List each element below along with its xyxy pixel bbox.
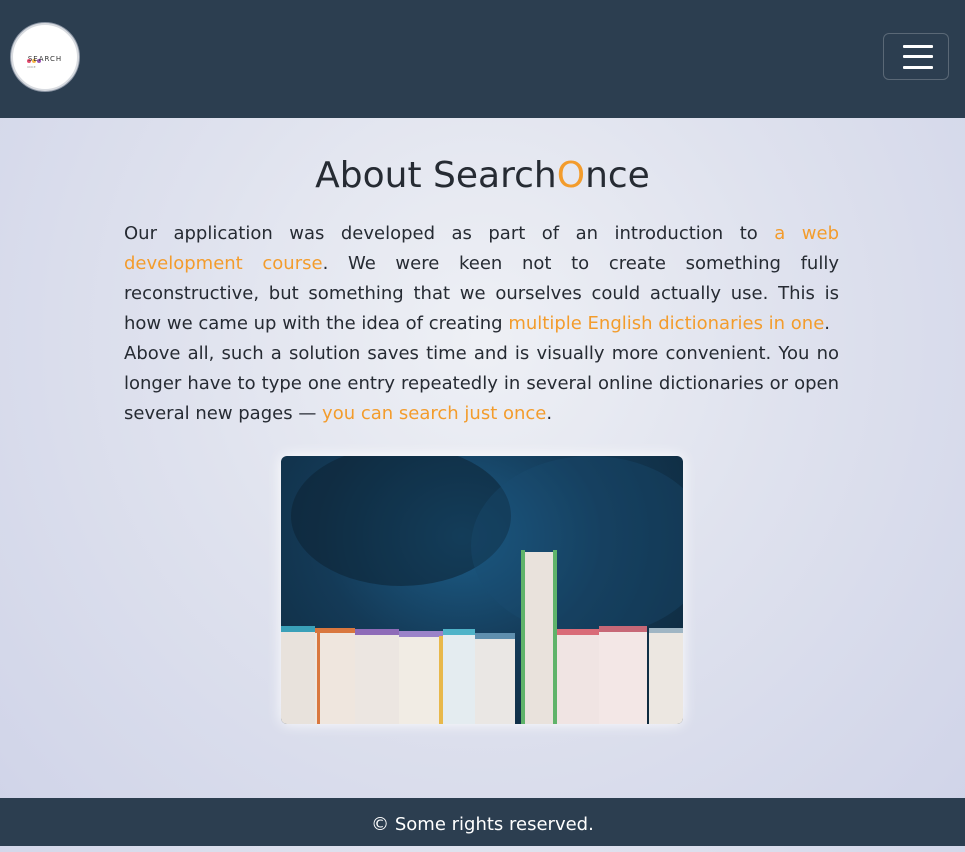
logo-text: SEARCH (27, 55, 63, 63)
brand-logo[interactable]: SEARCH ONCE (11, 23, 79, 91)
search-once-link[interactable]: you can search just once (322, 403, 546, 424)
paragraph-text: Our application was developed as part of… (124, 223, 775, 244)
page-title: About SearchOnce (0, 155, 965, 196)
copyright-text: © Some rights reserved. (371, 814, 594, 835)
menu-toggle-button[interactable] (883, 33, 949, 80)
about-paragraph-2: Above all, such a solution saves time an… (124, 339, 839, 429)
paragraph-text: . (824, 313, 831, 334)
footer: © Some rights reserved. (0, 798, 965, 846)
title-prefix: About Search (315, 155, 557, 196)
dictionaries-link[interactable]: multiple English dictionaries in one (508, 313, 824, 334)
title-accent: O (556, 155, 586, 196)
navbar: SEARCH ONCE (0, 0, 965, 118)
logo-subtext: ONCE (27, 65, 36, 69)
paragraph-text: . (546, 403, 553, 424)
title-suffix: nce (585, 155, 650, 196)
books-image (281, 456, 683, 724)
about-paragraph-1: Our application was developed as part of… (124, 219, 839, 339)
